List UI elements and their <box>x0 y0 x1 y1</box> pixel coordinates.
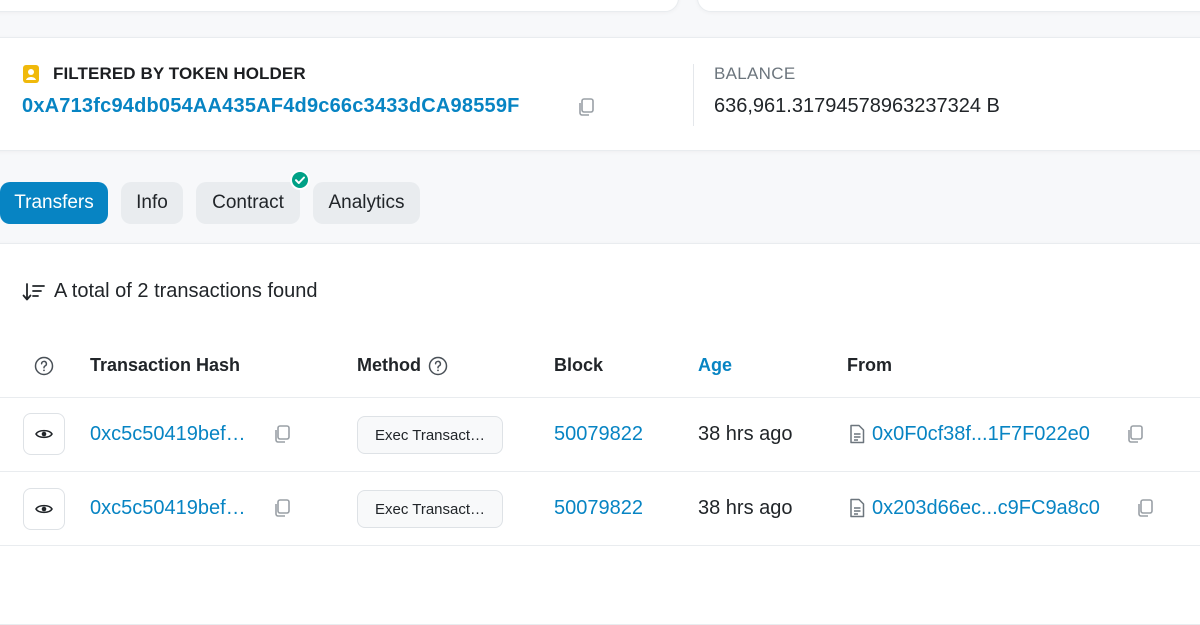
copy-hash-icon[interactable] <box>272 498 292 518</box>
total-transactions-text: A total of 2 transactions found <box>54 280 318 302</box>
balance-label: BALANCE <box>714 64 796 83</box>
holder-id-icon <box>23 65 39 83</box>
sort-descending-icon[interactable] <box>22 281 46 303</box>
from-address-link[interactable]: 0x0F0cf38f...1F7F022e0 <box>872 423 1090 446</box>
holder-address-link[interactable]: 0xA713fc94db054AA435AF4d9c66c3433dCA9855… <box>22 95 520 118</box>
header-method: Method <box>357 355 421 375</box>
block-link[interactable]: 50079822 <box>554 497 643 520</box>
row-divider <box>0 545 1200 546</box>
overview-card-left <box>0 0 679 12</box>
header-transaction-hash: Transaction Hash <box>90 355 241 375</box>
method-help-icon[interactable] <box>428 356 448 376</box>
holder-label: FILTERED BY TOKEN HOLDER <box>53 64 306 83</box>
copy-address-icon[interactable] <box>576 97 596 117</box>
header-age[interactable]: Age <box>698 355 732 376</box>
copy-from-icon[interactable] <box>1135 498 1155 518</box>
contract-doc-icon <box>850 498 865 518</box>
view-details-button[interactable] <box>23 413 65 455</box>
tab-analytics[interactable]: Analytics <box>313 182 420 224</box>
tab-info[interactable]: Info <box>121 182 183 224</box>
transaction-hash-link[interactable]: 0xc5c50419bef… <box>90 423 246 446</box>
balance-value: 636,961.31794578963237324 B <box>714 95 1000 117</box>
from-address-link[interactable]: 0x203d66ec...c9FC9a8c0 <box>872 497 1100 520</box>
overview-card-right <box>697 0 1200 12</box>
token-holder-card <box>0 37 1200 151</box>
eye-icon <box>35 504 53 514</box>
contract-doc-icon <box>850 424 865 444</box>
tab-contract[interactable]: Contract <box>196 182 300 224</box>
transaction-hash-link[interactable]: 0xc5c50419bef… <box>90 497 246 520</box>
verified-check-icon <box>290 170 310 190</box>
copy-hash-icon[interactable] <box>272 424 292 444</box>
age-value: 38 hrs ago <box>698 497 793 519</box>
eye-icon <box>35 429 53 439</box>
transactions-summary: A total of 2 transactions found <box>22 280 318 303</box>
row-divider <box>0 471 1200 472</box>
vertical-divider <box>693 64 694 126</box>
question-circle-icon[interactable] <box>34 356 54 376</box>
age-value: 38 hrs ago <box>698 423 793 445</box>
header-from: From <box>847 355 892 375</box>
block-link[interactable]: 50079822 <box>554 423 643 446</box>
header-block: Block <box>554 355 604 375</box>
tab-transfers[interactable]: Transfers <box>0 182 108 224</box>
view-details-button[interactable] <box>23 488 65 530</box>
method-badge: Exec Transact… <box>357 416 503 454</box>
method-badge: Exec Transact… <box>357 490 503 528</box>
header-divider <box>0 397 1200 398</box>
copy-from-icon[interactable] <box>1125 424 1145 444</box>
